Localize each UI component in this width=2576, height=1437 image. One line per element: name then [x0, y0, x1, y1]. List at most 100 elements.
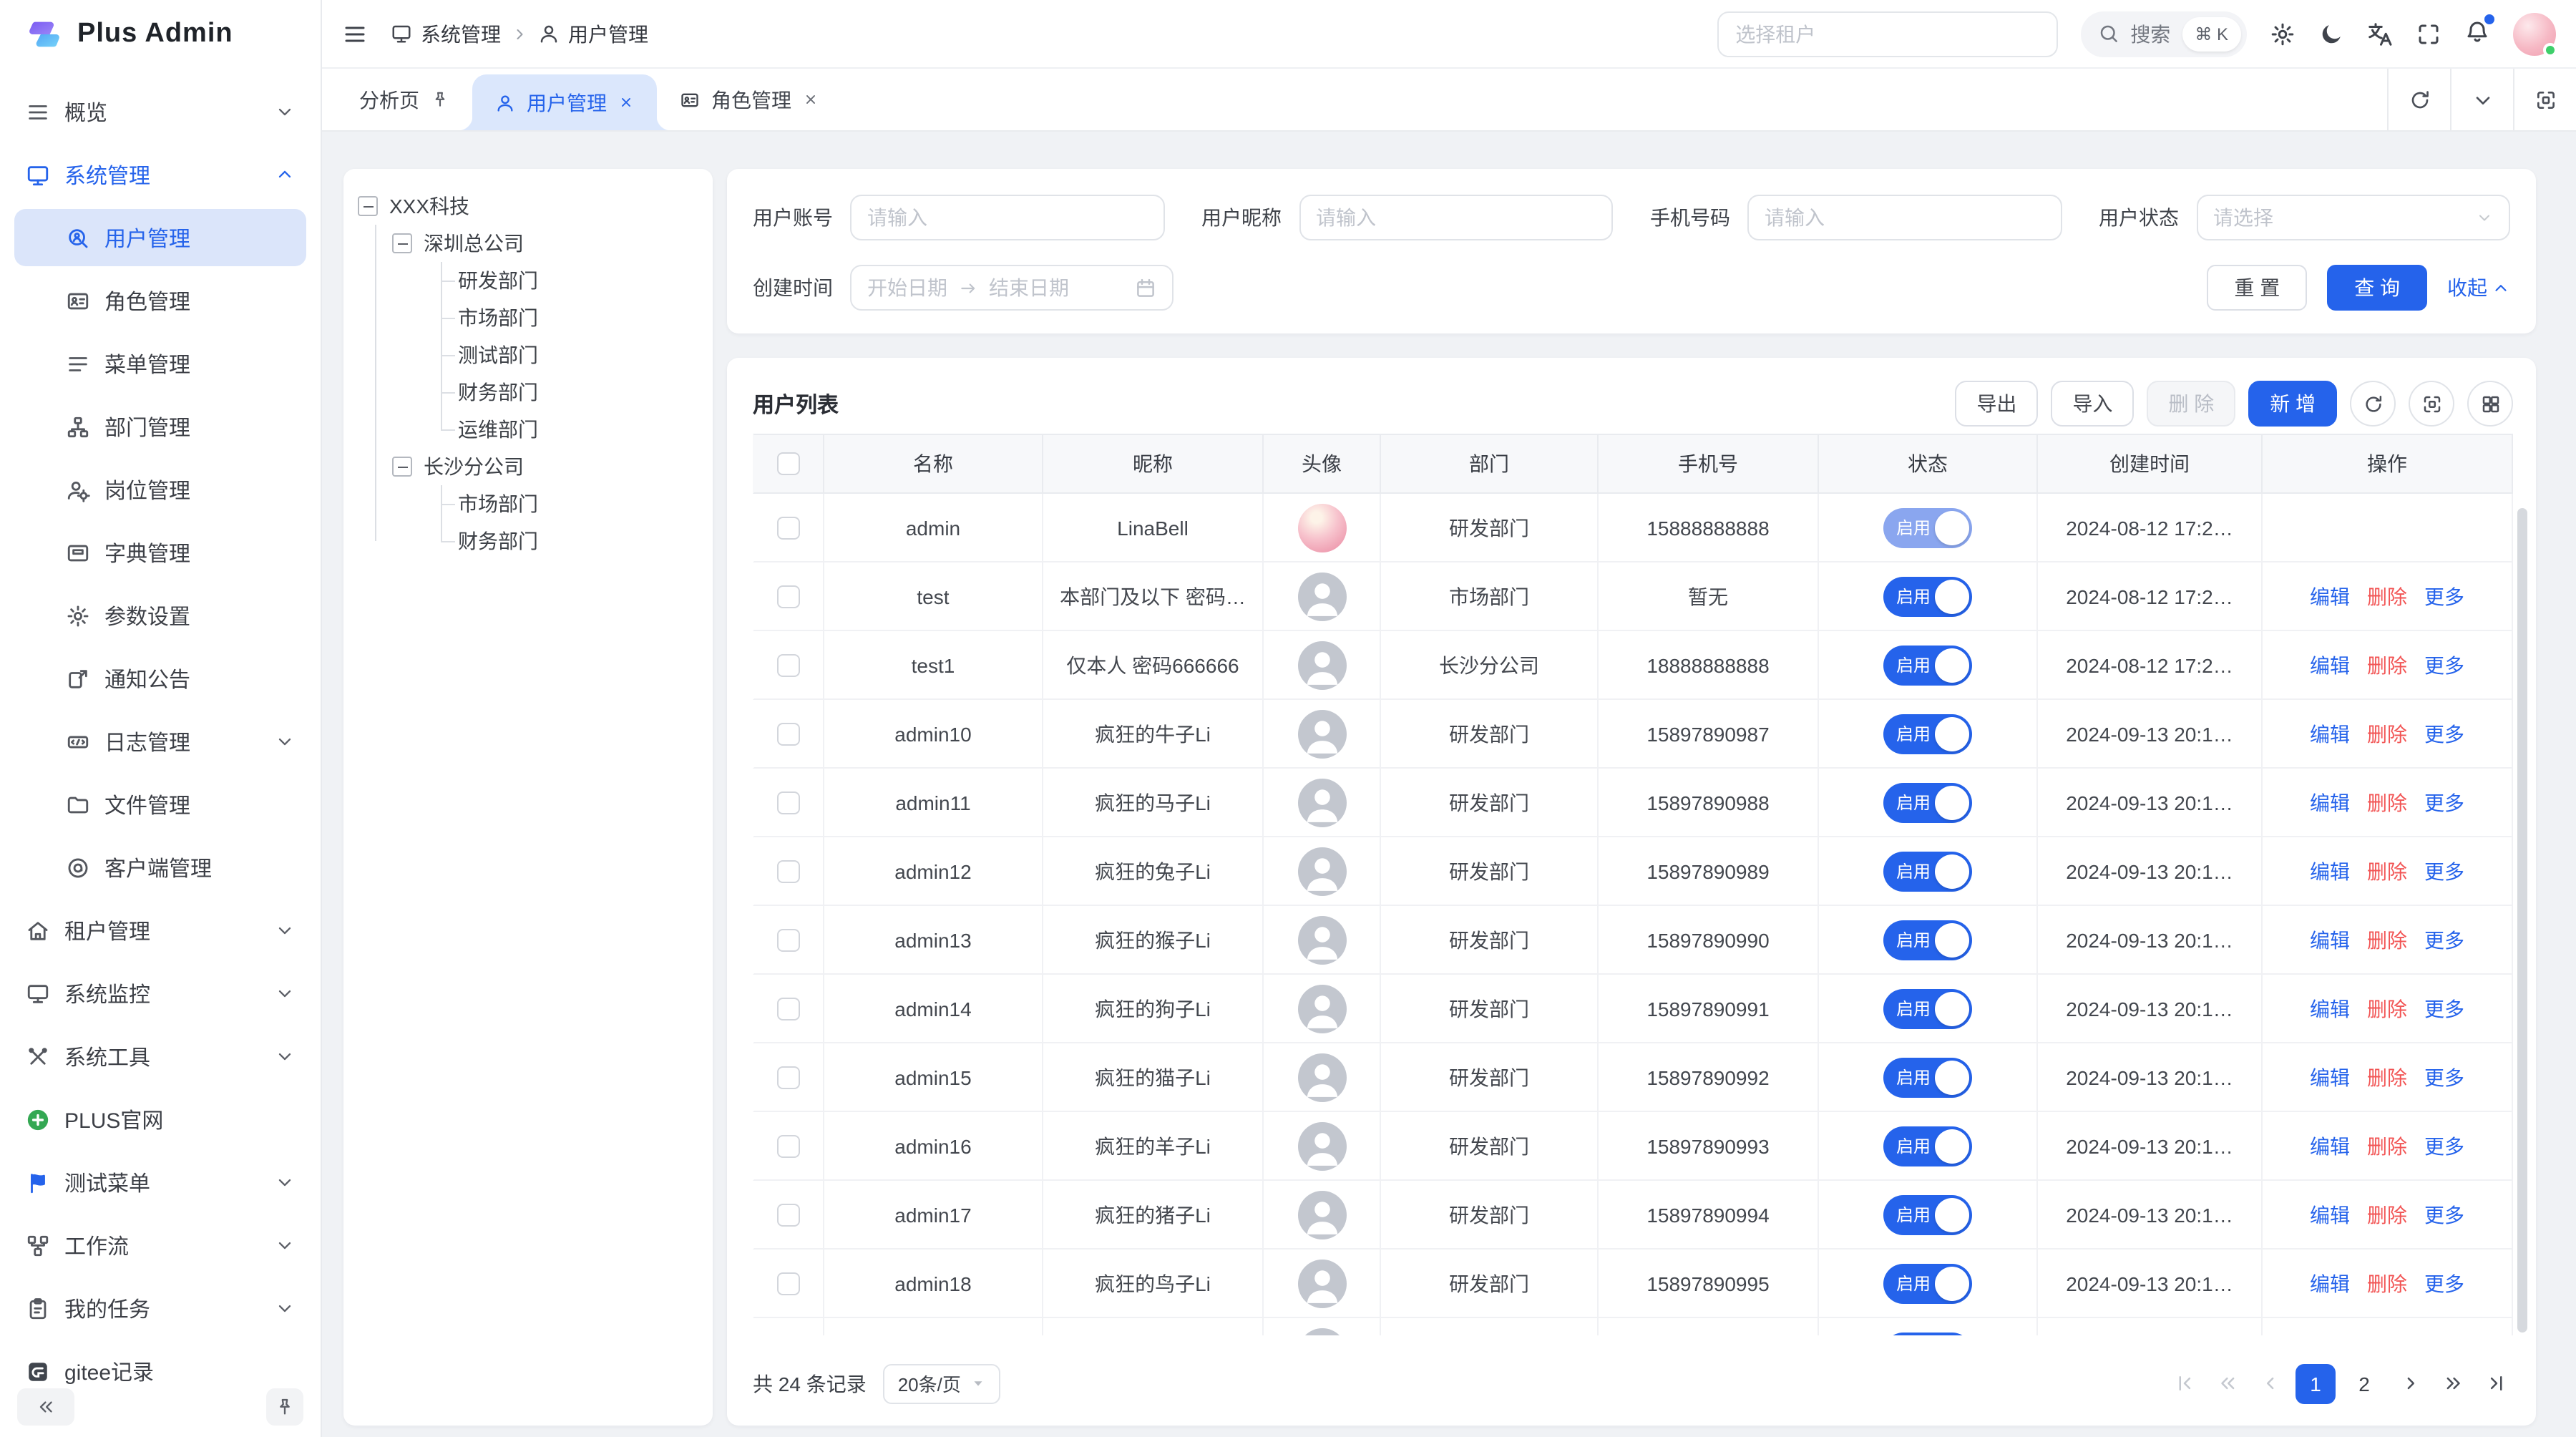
- delete-link[interactable]: 删除: [2367, 651, 2407, 679]
- sidebar-item-客户端管理[interactable]: 客户端管理: [14, 839, 306, 896]
- status-toggle[interactable]: 启用: [1883, 782, 1972, 822]
- tenant-select-input[interactable]: [1717, 11, 2057, 57]
- row-checkbox[interactable]: [777, 859, 800, 882]
- edit-link[interactable]: 编辑: [2310, 582, 2350, 610]
- tree-node-深圳总公司[interactable]: 深圳总公司: [392, 225, 698, 262]
- status-toggle[interactable]: 启用: [1883, 645, 1972, 685]
- prev-page-button[interactable]: [2253, 1366, 2287, 1401]
- text-input[interactable]: [1747, 195, 2062, 240]
- column-settings-button[interactable]: [2467, 381, 2513, 427]
- delete-link[interactable]: 删除: [2367, 788, 2407, 817]
- edit-link[interactable]: 编辑: [2310, 651, 2350, 679]
- tree-node-XXX科技[interactable]: XXX科技: [358, 187, 698, 225]
- jump-forward-button[interactable]: [2436, 1366, 2470, 1401]
- more-link[interactable]: 更多: [2424, 719, 2464, 748]
- notification-bell[interactable]: [2464, 19, 2490, 49]
- sidebar-item-租户管理[interactable]: 租户管理: [14, 902, 306, 959]
- sidebar-item-参数设置[interactable]: 参数设置: [14, 587, 306, 644]
- fullscreen-icon[interactable]: [2416, 21, 2441, 47]
- add-button[interactable]: 新 增: [2248, 381, 2337, 427]
- sidebar-item-测试菜单[interactable]: 测试菜单: [14, 1154, 306, 1211]
- tree-node-运维部门[interactable]: 运维部门: [392, 411, 698, 448]
- tree-expand-box[interactable]: [358, 196, 378, 216]
- sidebar-item-日志管理[interactable]: 日志管理: [14, 713, 306, 770]
- table-scrollbar[interactable]: [2517, 508, 2527, 1333]
- content-fullscreen-button[interactable]: [2513, 69, 2576, 130]
- sidebar-item-系统监控[interactable]: 系统监控: [14, 965, 306, 1022]
- export-button[interactable]: 导出: [1955, 381, 2038, 427]
- table-refresh-button[interactable]: [2350, 381, 2396, 427]
- last-page-button[interactable]: [2479, 1366, 2513, 1401]
- more-link[interactable]: 更多: [2424, 1131, 2464, 1160]
- filter-input[interactable]: [1765, 206, 2044, 229]
- status-toggle[interactable]: 启用: [1883, 1332, 1972, 1335]
- refresh-page-button[interactable]: [2387, 69, 2450, 130]
- row-checkbox[interactable]: [777, 1272, 800, 1295]
- status-toggle[interactable]: 启用: [1883, 507, 1972, 547]
- tab-角色管理[interactable]: 角色管理: [657, 69, 841, 130]
- tree-node-财务部门[interactable]: 财务部门: [392, 522, 698, 560]
- more-link[interactable]: 更多: [2424, 925, 2464, 954]
- tree-expand-box[interactable]: [392, 233, 412, 253]
- collapse-filters-link[interactable]: 收起: [2447, 273, 2510, 302]
- sidebar-collapse-button[interactable]: [17, 1388, 74, 1426]
- more-link[interactable]: 更多: [2424, 651, 2464, 679]
- delete-link[interactable]: 删除: [2367, 994, 2407, 1023]
- sidebar-item-gitee记录[interactable]: gitee记录: [14, 1343, 306, 1385]
- tab-用户管理[interactable]: 用户管理: [472, 74, 657, 130]
- status-toggle[interactable]: 启用: [1883, 1126, 1972, 1166]
- close-icon[interactable]: [618, 94, 634, 110]
- delete-link[interactable]: 删除: [2367, 1269, 2407, 1297]
- close-icon[interactable]: [803, 92, 819, 107]
- breadcrumb-item-系统管理[interactable]: 系统管理: [391, 19, 501, 48]
- row-checkbox[interactable]: [777, 653, 800, 676]
- row-checkbox[interactable]: [777, 585, 800, 608]
- page-number-2[interactable]: 2: [2344, 1363, 2384, 1403]
- more-link[interactable]: 更多: [2424, 1200, 2464, 1229]
- edit-link[interactable]: 编辑: [2310, 1269, 2350, 1297]
- sidebar-item-概览[interactable]: 概览: [14, 83, 306, 140]
- tree-node-财务部门[interactable]: 财务部门: [392, 374, 698, 411]
- tree-node-测试部门[interactable]: 测试部门: [392, 336, 698, 374]
- delete-link[interactable]: 删除: [2367, 1131, 2407, 1160]
- sidebar-item-字典管理[interactable]: 字典管理: [14, 524, 306, 581]
- tree-expand-box[interactable]: [392, 457, 412, 477]
- select-all-checkbox[interactable]: [777, 452, 800, 475]
- table-fullscreen-button[interactable]: [2409, 381, 2454, 427]
- sidebar-item-用户管理[interactable]: 用户管理: [14, 209, 306, 266]
- row-checkbox[interactable]: [777, 997, 800, 1020]
- delete-link[interactable]: 删除: [2367, 582, 2407, 610]
- import-button[interactable]: 导入: [2051, 381, 2134, 427]
- status-toggle[interactable]: 启用: [1883, 920, 1972, 960]
- delete-link[interactable]: 删除: [2367, 719, 2407, 748]
- settings-gear-icon[interactable]: [2270, 21, 2296, 47]
- sidebar-item-PLUS官网[interactable]: PLUS官网: [14, 1091, 306, 1148]
- tree-node-长沙分公司[interactable]: 长沙分公司: [392, 448, 698, 485]
- status-select[interactable]: 请选择: [2196, 195, 2510, 240]
- sidebar-item-工作流[interactable]: 工作流: [14, 1217, 306, 1274]
- tab-menu-button[interactable]: [2450, 69, 2513, 130]
- row-checkbox[interactable]: [777, 928, 800, 951]
- tree-node-研发部门[interactable]: 研发部门: [392, 262, 698, 299]
- text-input[interactable]: [1299, 195, 1613, 240]
- row-checkbox[interactable]: [777, 1203, 800, 1226]
- sidebar-item-角色管理[interactable]: 角色管理: [14, 272, 306, 329]
- delete-link[interactable]: 删除: [2367, 857, 2407, 885]
- row-checkbox[interactable]: [777, 1066, 800, 1088]
- global-search[interactable]: 搜索 ⌘ K: [2080, 11, 2247, 57]
- hamburger-menu-icon[interactable]: [342, 21, 368, 47]
- status-toggle[interactable]: 启用: [1883, 988, 1972, 1028]
- edit-link[interactable]: 编辑: [2310, 994, 2350, 1023]
- status-toggle[interactable]: 启用: [1883, 1194, 1972, 1234]
- filter-input[interactable]: [867, 206, 1147, 229]
- tree-node-市场部门[interactable]: 市场部门: [392, 299, 698, 336]
- page-size-select[interactable]: 20条/页: [884, 1363, 1001, 1403]
- edit-link[interactable]: 编辑: [2310, 1131, 2350, 1160]
- edit-link[interactable]: 编辑: [2310, 719, 2350, 748]
- jump-back-button[interactable]: [2210, 1366, 2244, 1401]
- row-checkbox[interactable]: [777, 791, 800, 814]
- delete-button[interactable]: 删 除: [2147, 381, 2235, 427]
- status-toggle[interactable]: 启用: [1883, 1263, 1972, 1303]
- row-checkbox[interactable]: [777, 516, 800, 539]
- sidebar-item-岗位管理[interactable]: 岗位管理: [14, 461, 306, 518]
